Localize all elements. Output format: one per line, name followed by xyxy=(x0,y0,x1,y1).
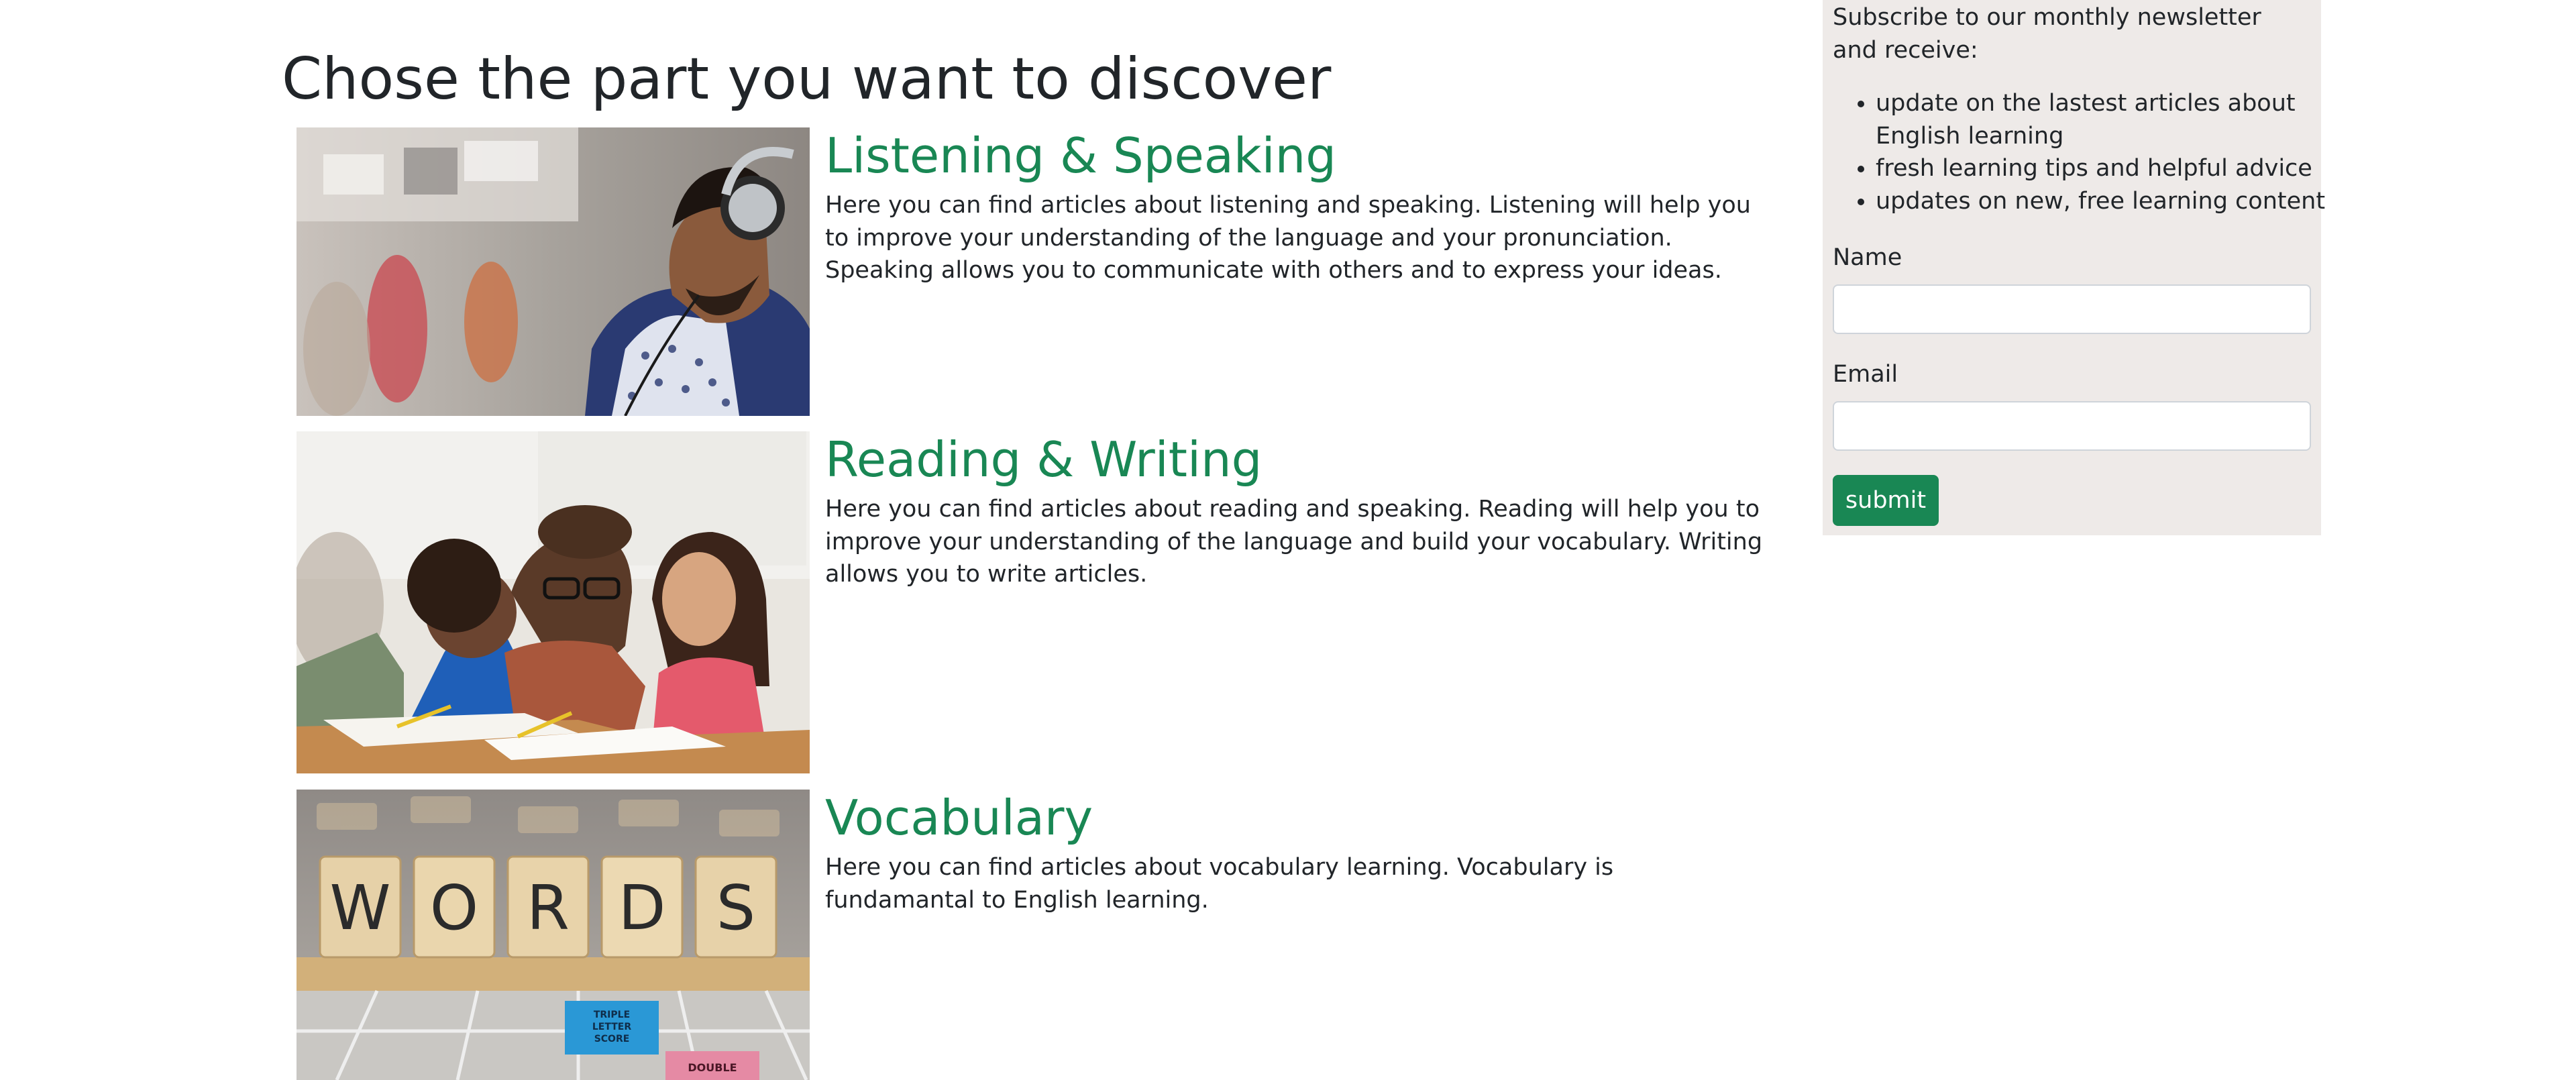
name-field[interactable] xyxy=(1833,284,2311,334)
tile-letter-1: W xyxy=(330,872,391,944)
list-item: fresh learning tips and helpful advice xyxy=(1876,152,2355,185)
newsletter-sidebar: Subscribe to our monthly newsletter and … xyxy=(1823,0,2325,535)
email-label: Email xyxy=(1833,361,1898,388)
board-square-pink-label: DOUBLE xyxy=(688,1061,737,1074)
newsletter-benefits-list: update on the lastest articles about Eng… xyxy=(1833,87,2355,217)
name-label: Name xyxy=(1833,244,1902,271)
vocabulary-image: TRIPLE LETTER SCORE DOUBLE W O R D S xyxy=(297,790,810,1080)
section-text-reading-writing: Here you can find articles about reading… xyxy=(825,496,1763,588)
section-title-reading-writing[interactable]: Reading & Writing xyxy=(825,427,1262,492)
list-item: updates on new, free learning content xyxy=(1876,185,2355,218)
email-field[interactable] xyxy=(1833,401,2311,451)
board-square-blue-line-3: SCORE xyxy=(594,1034,630,1044)
newsletter-intro: Subscribe to our monthly newsletter and … xyxy=(1833,4,2261,64)
tile-letter-5: S xyxy=(716,872,755,944)
reading-writing-image xyxy=(297,431,810,773)
board-square-blue-line-1: TRIPLE xyxy=(594,1010,630,1020)
board-square-blue-line-2: LETTER xyxy=(592,1022,631,1032)
tile-letter-3: R xyxy=(527,872,570,944)
submit-button[interactable]: submit xyxy=(1833,475,1939,526)
section-text-listening-speaking: Here you can find articles about listeni… xyxy=(825,192,1751,284)
letter-tiles: W O R D S xyxy=(319,855,777,959)
page-title: Chose the part you want to discover xyxy=(282,46,1332,113)
tile-letter-4: D xyxy=(619,872,666,944)
section-text-vocabulary: Here you can find articles about vocabul… xyxy=(825,854,1614,914)
section-title-vocabulary[interactable]: Vocabulary xyxy=(825,786,1093,850)
list-item: update on the lastest articles about Eng… xyxy=(1876,87,2355,152)
tile-letter-2: O xyxy=(430,872,478,944)
listening-speaking-image xyxy=(297,127,810,416)
section-title-listening-speaking[interactable]: Listening & Speaking xyxy=(825,123,1336,188)
